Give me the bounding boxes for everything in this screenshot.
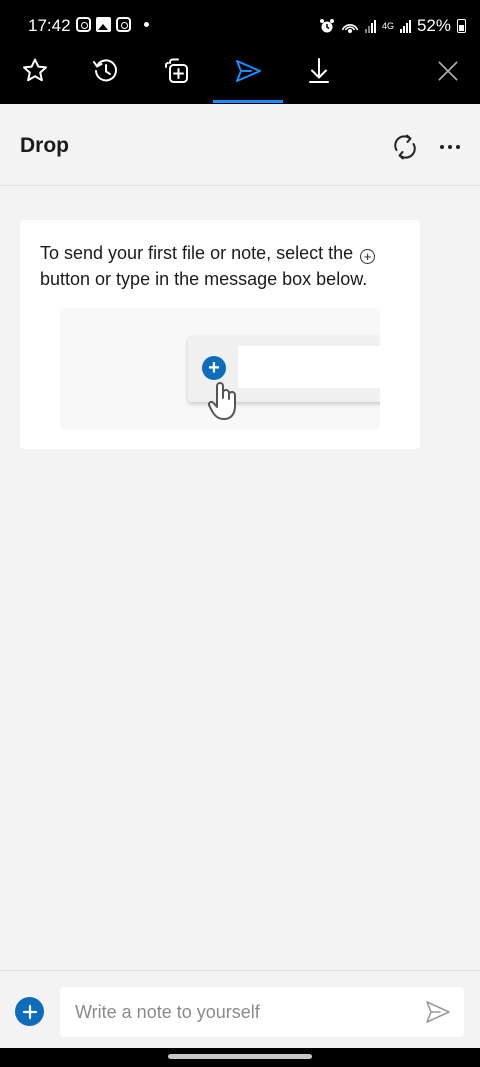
status-time: 17:42 xyxy=(28,16,71,35)
composer-bar xyxy=(0,970,480,1048)
instagram-icon xyxy=(76,17,91,32)
page-title: Drop xyxy=(20,134,69,157)
onboarding-text-end: button or type in the message box below. xyxy=(40,269,368,289)
signal-icon xyxy=(364,19,376,33)
close-icon xyxy=(437,61,458,81)
note-input[interactable] xyxy=(60,987,464,1037)
close-button[interactable] xyxy=(415,38,480,104)
gallery-icon xyxy=(96,17,111,32)
more-dot xyxy=(440,145,444,149)
more-dot xyxy=(448,145,452,149)
download-icon xyxy=(309,58,329,83)
history-icon xyxy=(93,59,117,82)
illustration-input xyxy=(238,346,380,388)
battery-icon xyxy=(457,19,466,33)
illustration-plus-icon: + xyxy=(202,356,226,380)
edge-toolbar xyxy=(0,38,480,104)
more-notifications-icon xyxy=(144,22,149,27)
collections-icon xyxy=(165,58,188,83)
alarm-icon xyxy=(319,19,334,33)
drop-tab-button[interactable] xyxy=(213,38,283,104)
more-options-button[interactable] xyxy=(432,130,468,164)
battery-percent: 52% xyxy=(416,16,451,35)
favorites-button[interactable] xyxy=(0,38,70,104)
add-circle-icon: + xyxy=(360,249,376,264)
hand-pointer-icon xyxy=(207,382,236,420)
collections-button[interactable] xyxy=(142,38,212,104)
home-gesture-handle[interactable] xyxy=(168,1054,312,1059)
send-icon xyxy=(236,60,261,82)
notification-icons xyxy=(76,17,149,32)
onboarding-illustration: + xyxy=(60,308,380,429)
send-icon xyxy=(426,1001,450,1023)
onboarding-card: To send your first file or note, select … xyxy=(20,220,420,449)
hotspot-icon xyxy=(341,24,359,33)
plus-icon xyxy=(22,1004,37,1019)
network-type: 4G xyxy=(381,21,394,31)
status-bar: 17:42 4G 52% xyxy=(0,0,480,38)
sync-button[interactable] xyxy=(388,130,422,164)
downloads-button[interactable] xyxy=(284,38,354,104)
add-button[interactable] xyxy=(15,997,44,1026)
send-button[interactable] xyxy=(420,996,456,1028)
onboarding-message: To send your first file or note, select … xyxy=(40,240,410,292)
history-button[interactable] xyxy=(71,38,141,104)
onboarding-text-start: To send your first file or note, select … xyxy=(40,243,354,263)
system-nav-bar xyxy=(0,1048,480,1067)
star-icon xyxy=(23,58,47,82)
system-icons: 4G 52% xyxy=(319,16,466,36)
more-dot xyxy=(456,145,460,149)
sync-icon xyxy=(394,134,416,160)
signal-icon xyxy=(399,19,411,33)
instagram-icon xyxy=(116,17,131,32)
drop-header: Drop xyxy=(0,104,480,186)
